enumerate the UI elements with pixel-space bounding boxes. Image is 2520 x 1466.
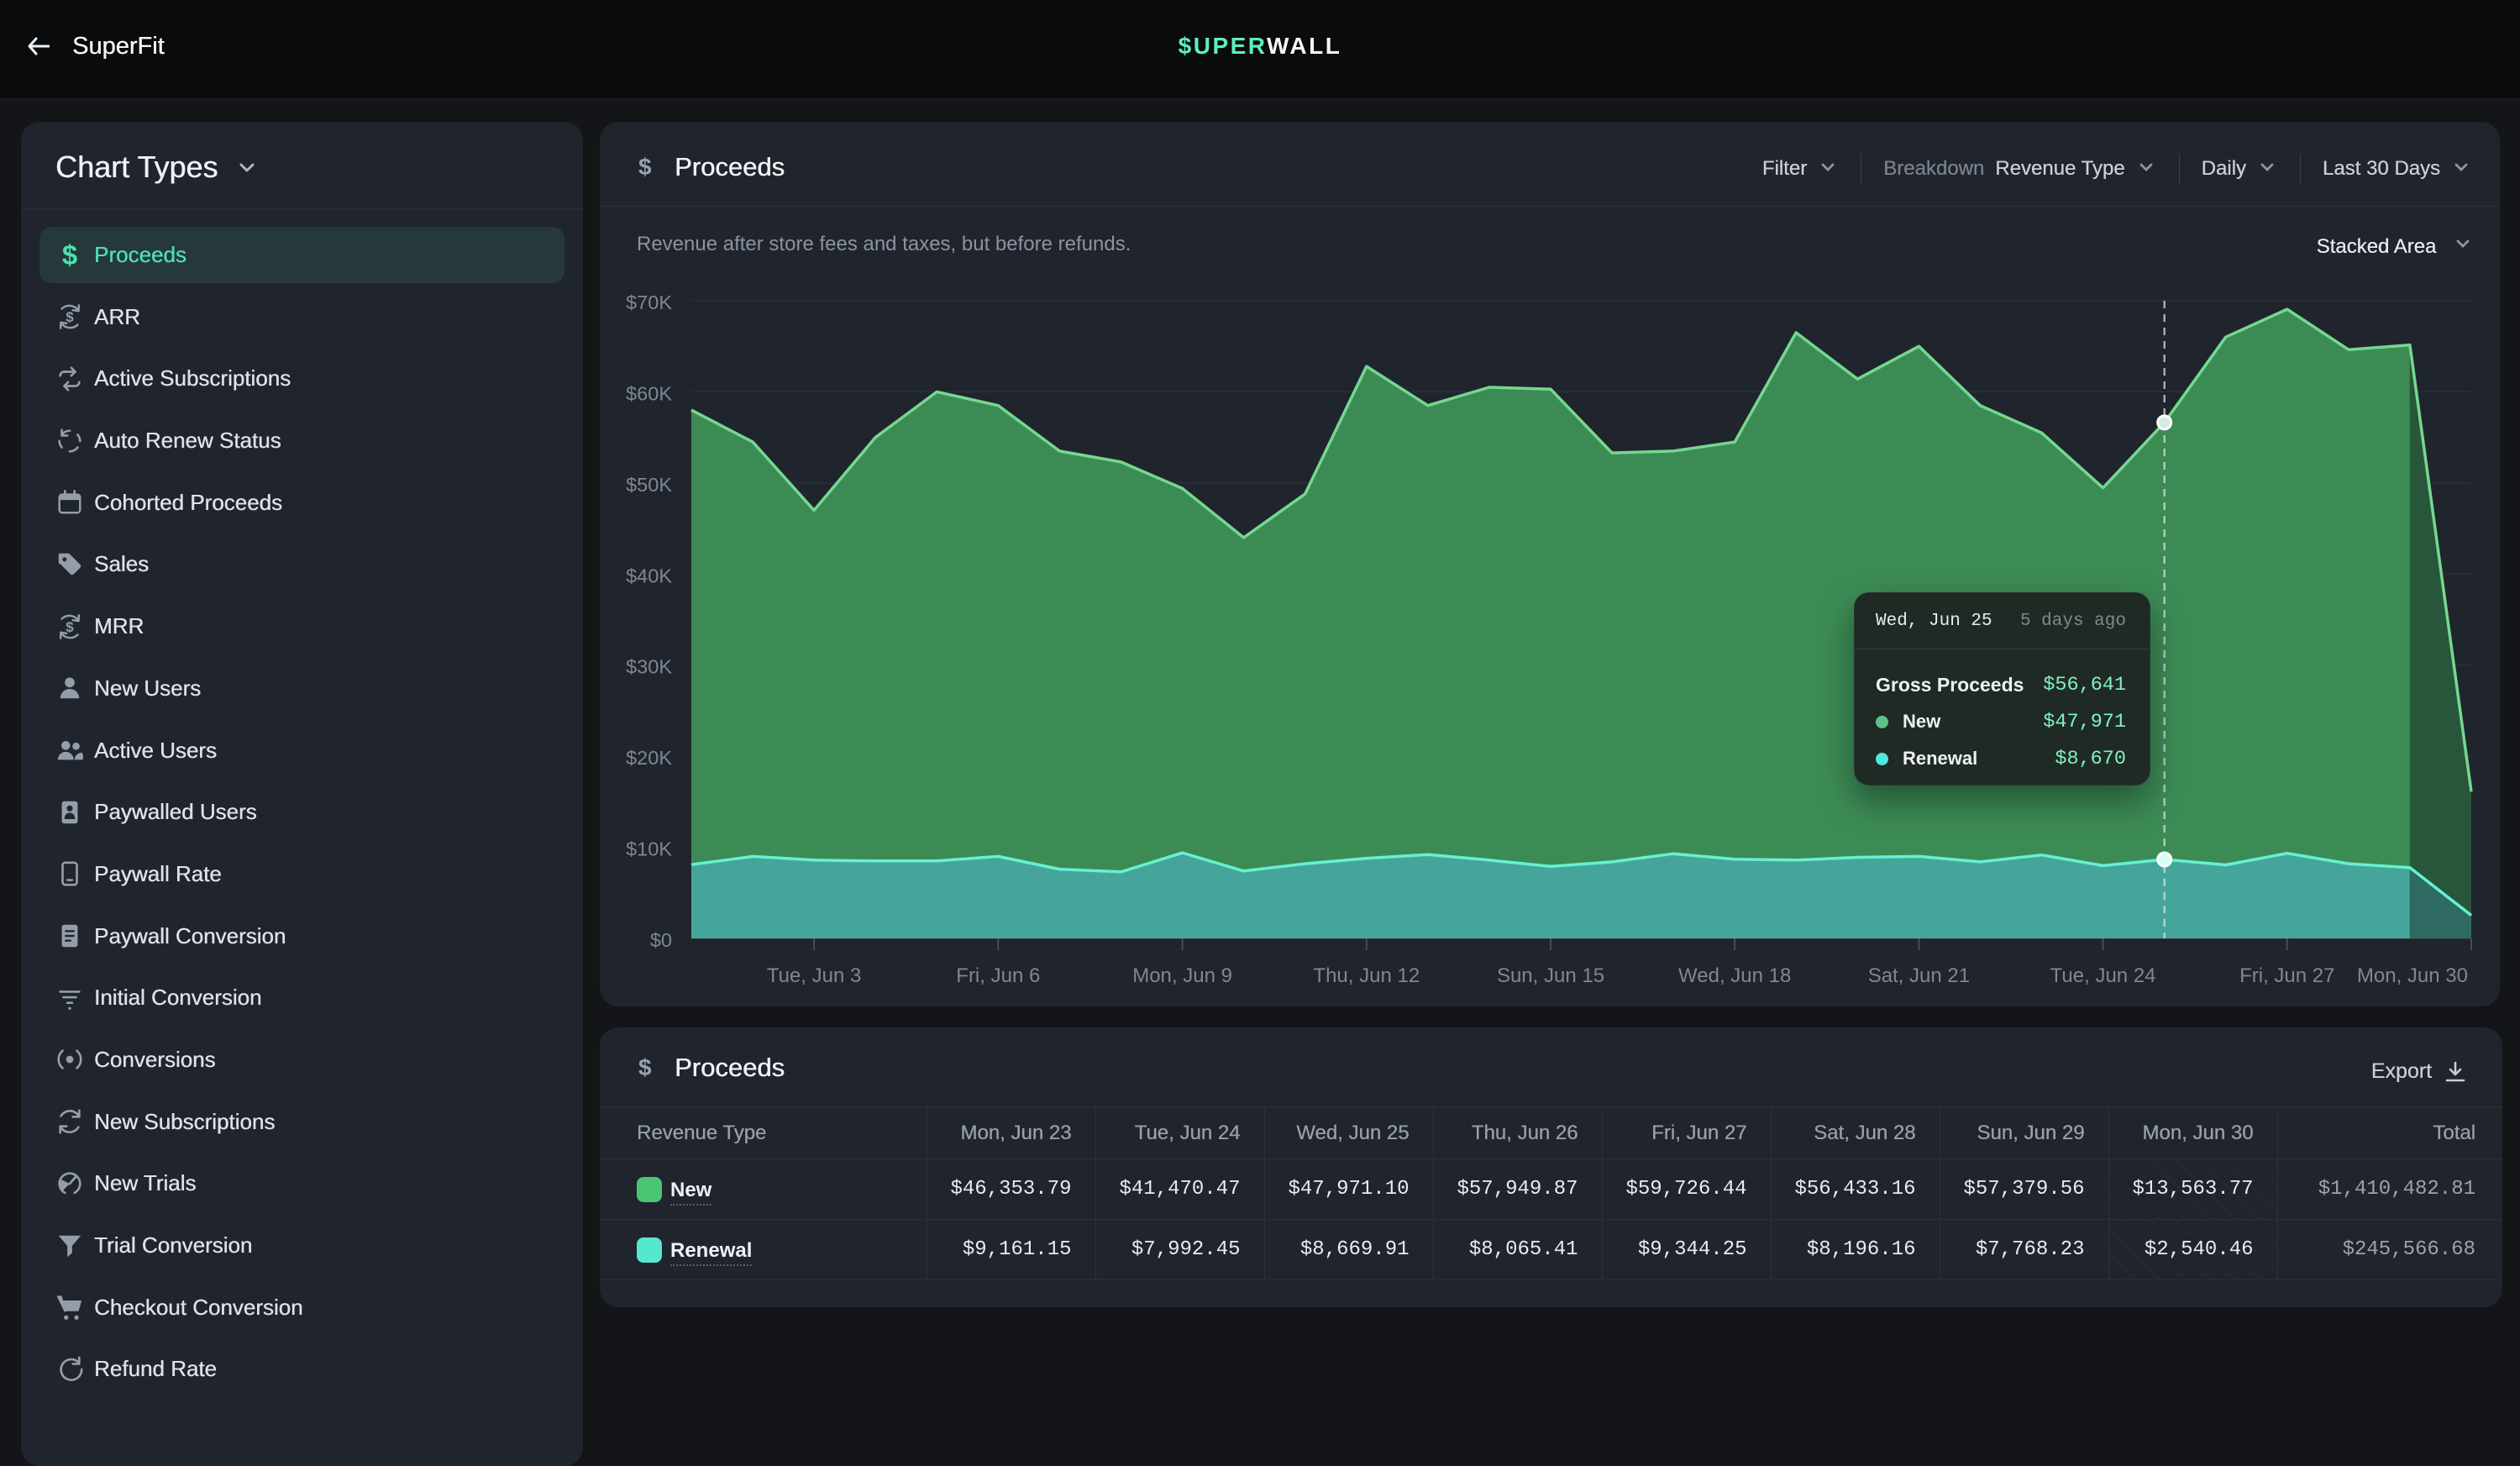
svg-text:$30K: $30K (626, 656, 672, 678)
svg-text:$40K: $40K (626, 565, 672, 586)
svg-text:Fri, Jun 27: Fri, Jun 27 (2239, 964, 2334, 987)
svg-text:Thu, Jun 12: Thu, Jun 12 (1313, 964, 1420, 987)
svg-text:$10K: $10K (626, 838, 672, 860)
svg-text:$0: $0 (650, 929, 672, 951)
svg-text:Tue, Jun 24: Tue, Jun 24 (2050, 964, 2156, 987)
svg-text:Wed, Jun 18: Wed, Jun 18 (1678, 964, 1791, 987)
svg-text:$20K: $20K (626, 747, 672, 769)
svg-text:$60K: $60K (626, 382, 672, 404)
svg-text:Tue, Jun 3: Tue, Jun 3 (767, 964, 862, 987)
svg-text:Mon, Jun 30: Mon, Jun 30 (2357, 964, 2468, 987)
svg-text:Fri, Jun 6: Fri, Jun 6 (956, 964, 1040, 987)
svg-text:$: $ (66, 309, 74, 325)
svg-text:Sat, Jun 21: Sat, Jun 21 (1868, 964, 1970, 987)
svg-text:Sun, Jun 15: Sun, Jun 15 (1497, 964, 1604, 987)
svg-text:$: $ (66, 619, 74, 635)
svg-text:$70K: $70K (626, 292, 672, 313)
svg-text:Mon, Jun 9: Mon, Jun 9 (1132, 964, 1232, 987)
svg-text:$50K: $50K (626, 474, 672, 496)
